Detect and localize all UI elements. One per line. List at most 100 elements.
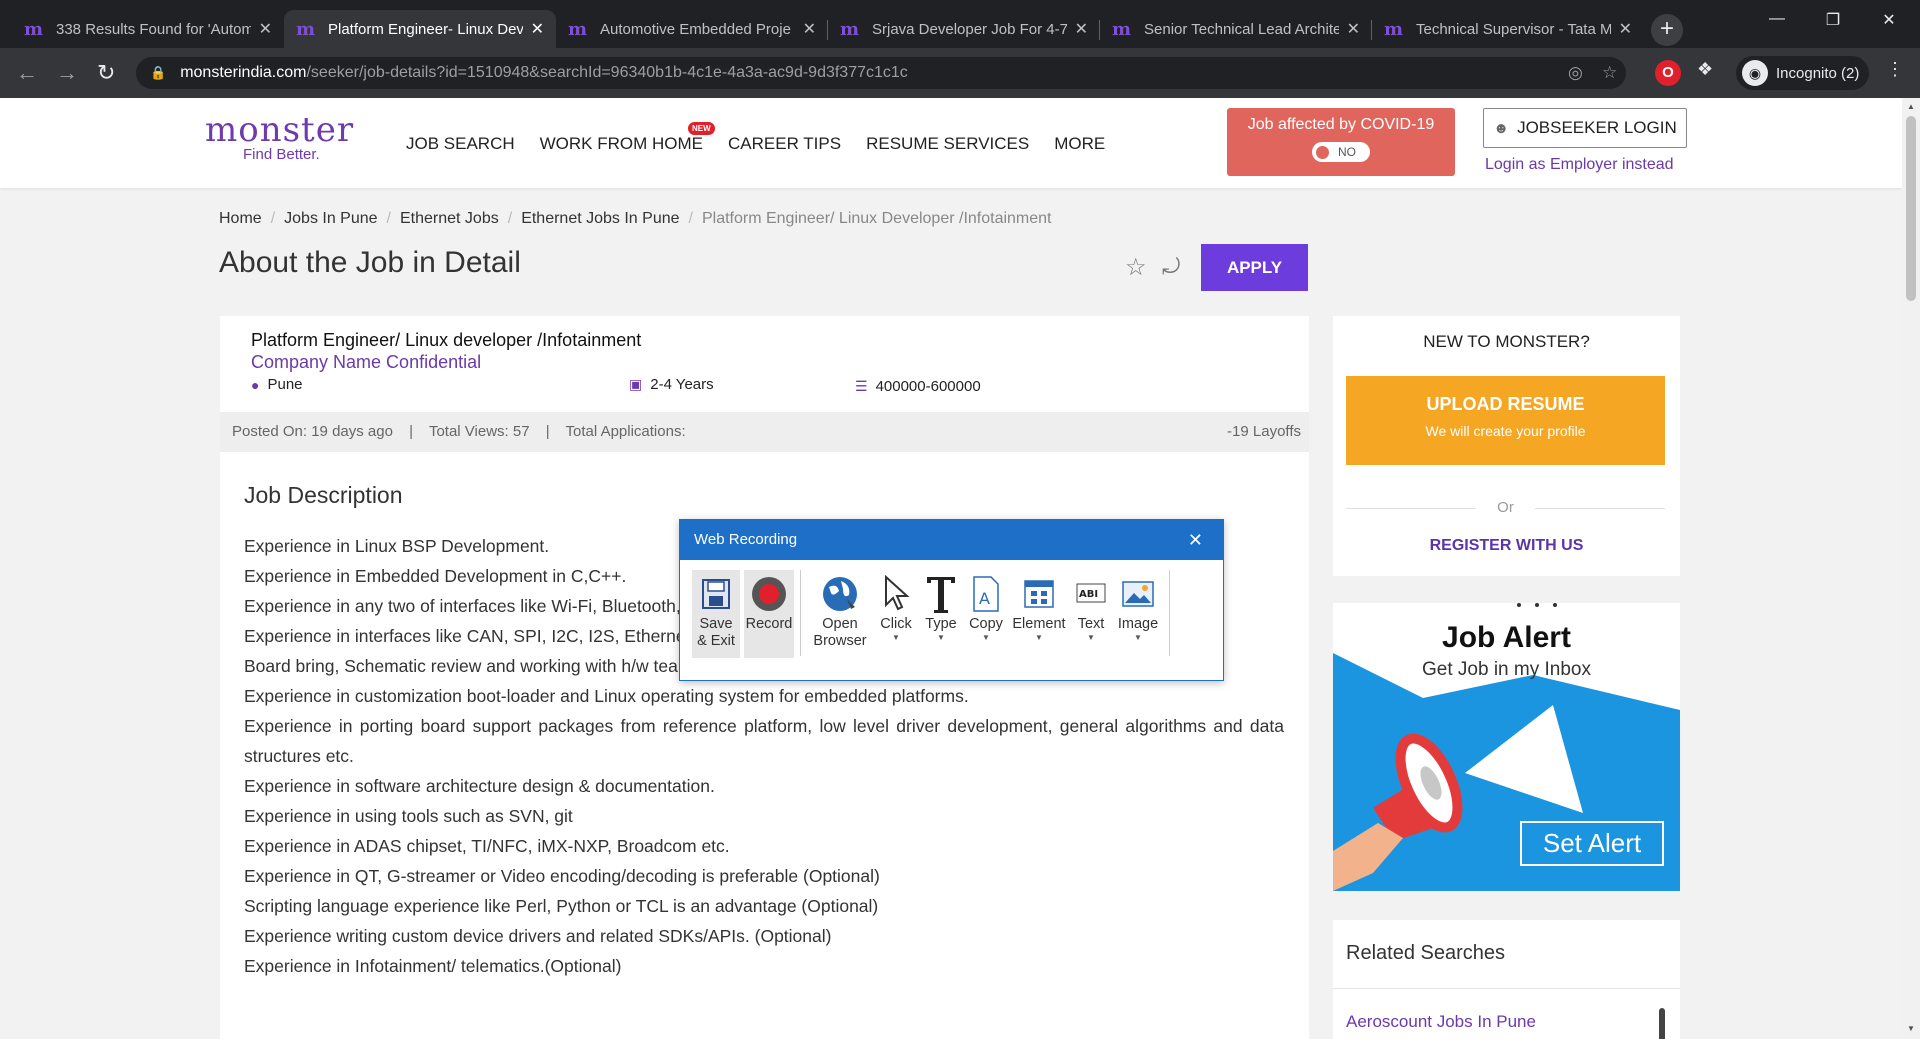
image-tool-button[interactable]: Image ▼ (1113, 570, 1163, 658)
upload-resume-button[interactable]: UPLOAD RESUME We will create your profil… (1346, 376, 1665, 465)
monster-logo[interactable]: monster Find Better. (205, 112, 354, 163)
close-tab-icon[interactable]: ✕ (1619, 19, 1632, 39)
description-line: Experience in Infotainment/ telematics.(… (244, 956, 622, 976)
minimize-icon[interactable]: — (1754, 10, 1800, 28)
save-job-star-icon[interactable]: ☆ (1125, 253, 1147, 282)
record-button[interactable]: Record (744, 570, 794, 658)
page-scrollbar[interactable]: ▲ ▼ (1902, 98, 1920, 1039)
close-tab-icon[interactable]: ✕ (531, 19, 544, 39)
new-to-monster-card: NEW TO MONSTER? UPLOAD RESUME We will cr… (1333, 316, 1680, 576)
close-tab-icon[interactable]: ✕ (1347, 19, 1360, 39)
address-bar[interactable]: 🔒 monsterindia.com /seeker/job-details?i… (136, 57, 1626, 89)
forward-arrow-icon[interactable]: → (56, 60, 78, 86)
breadcrumb-ethernet-jobs[interactable]: Ethernet Jobs (400, 210, 499, 228)
stats-separator: | (545, 423, 550, 440)
copy-icon: A (971, 572, 1001, 616)
type-icon (925, 572, 957, 616)
covid-affected-toggle[interactable]: Job affected by COVID-19 NO (1227, 108, 1455, 176)
job-alert-banner: Job Alert Get Job in my Inbox Set Alert (1333, 603, 1680, 891)
browser-tab[interactable]: m Srjava Developer Job For 4-7 ✕ (828, 10, 1100, 48)
tracking-blocked-icon[interactable]: ◎ (1568, 63, 1583, 83)
reload-icon[interactable]: ↻ (97, 60, 115, 86)
scroll-up-arrow-icon[interactable]: ▲ (1907, 102, 1915, 111)
nav-work-from-home[interactable]: WORK FROM HOME (540, 134, 703, 154)
breadcrumb-separator: / (507, 210, 513, 227)
monster-favicon-icon: m (568, 18, 588, 40)
close-tab-icon[interactable]: ✕ (803, 19, 816, 39)
switch-knob (1316, 145, 1329, 159)
dropdown-caret-icon[interactable]: ▼ (937, 633, 945, 643)
back-arrow-icon[interactable]: ← (16, 60, 38, 86)
save-exit-label: Save & Exit (697, 616, 735, 649)
page-title: About the Job in Detail (219, 246, 521, 279)
tab-title: Automotive Embedded Proje (600, 20, 791, 38)
breadcrumb-jobs-in-pune[interactable]: Jobs In Pune (284, 210, 377, 228)
browser-tab[interactable]: m Automotive Embedded Proje ✕ (556, 10, 828, 48)
related-searches-card: Related Searches Aeroscount Jobs In Pune (1333, 920, 1680, 1039)
nav-job-search[interactable]: JOB SEARCH (406, 134, 515, 154)
covid-switch[interactable]: NO (1312, 142, 1370, 162)
text-tool-button[interactable]: ABI Text ▼ (1069, 570, 1113, 658)
element-tool-button[interactable]: Element ▼ (1009, 570, 1069, 658)
share-icon[interactable]: ⤾ (1162, 254, 1180, 280)
recorder-titlebar[interactable]: Web Recording ✕ (680, 520, 1223, 560)
apply-button[interactable]: APPLY (1201, 244, 1308, 291)
employer-login-link[interactable]: Login as Employer instead (1485, 156, 1674, 174)
monster-favicon-icon: m (1112, 18, 1132, 40)
related-search-link[interactable]: Aeroscount Jobs In Pune (1346, 1012, 1536, 1032)
click-tool-button[interactable]: Click ▼ (873, 570, 919, 658)
upload-resume-subtext: We will create your profile (1425, 423, 1586, 439)
save-exit-button[interactable]: Save & Exit (692, 570, 740, 658)
nav-resume-services[interactable]: RESUME SERVICES (866, 134, 1029, 154)
related-scrollbar-thumb[interactable] (1659, 1008, 1665, 1039)
browser-tab-strip: m 338 Results Found for 'Automotive ✕ m … (0, 0, 1920, 48)
restore-icon[interactable]: ❐ (1810, 10, 1856, 30)
browser-tab[interactable]: m Senior Technical Lead Archite ✕ (1100, 10, 1372, 48)
monster-favicon-icon: m (1384, 18, 1404, 40)
close-tab-icon[interactable]: ✕ (1075, 19, 1088, 39)
incognito-profile-button[interactable]: ◉ Incognito (2) (1736, 56, 1870, 90)
description-line: Experience in software architecture desi… (244, 776, 715, 796)
nav-more[interactable]: MORE (1054, 134, 1105, 154)
type-tool-button[interactable]: Type ▼ (919, 570, 963, 658)
url-host: monsterindia.com (180, 64, 307, 81)
dropdown-caret-icon[interactable]: ▼ (1087, 633, 1095, 643)
close-tab-icon[interactable]: ✕ (259, 19, 272, 39)
description-line: Experience in ADAS chipset, TI/NFC, iMX-… (244, 836, 730, 856)
new-tab-button[interactable]: + (1651, 14, 1683, 46)
jobseeker-login-button[interactable]: ☻ JOBSEEKER LOGIN (1483, 108, 1687, 148)
opera-extension-icon[interactable]: O (1655, 60, 1681, 86)
dropdown-caret-icon[interactable]: ▼ (982, 633, 990, 643)
nav-career-tips[interactable]: CAREER TIPS (728, 134, 841, 154)
covid-label: Job affected by COVID-19 (1247, 116, 1435, 133)
scroll-down-arrow-icon[interactable]: ▼ (1907, 1024, 1915, 1033)
toolbar-separator (1169, 570, 1170, 656)
url-path: /seeker/job-details?id=1510948&searchId=… (306, 64, 908, 81)
switch-label: NO (1338, 145, 1356, 159)
dropdown-caret-icon[interactable]: ▼ (892, 633, 900, 643)
window-close-icon[interactable]: ✕ (1866, 10, 1912, 30)
extensions-puzzle-icon[interactable]: ❖ (1697, 59, 1713, 80)
browser-tab[interactable]: m 338 Results Found for 'Automotive ✕ (12, 10, 284, 48)
browser-menu-icon[interactable]: ⋮ (1886, 59, 1904, 80)
breadcrumb-separator: / (270, 210, 276, 227)
dropdown-caret-icon[interactable]: ▼ (1035, 633, 1043, 643)
register-link[interactable]: REGISTER WITH US (1333, 537, 1680, 555)
recorder-close-icon[interactable]: ✕ (1188, 520, 1203, 560)
copy-tool-button[interactable]: A Copy ▼ (963, 570, 1009, 658)
text-label: Text (1077, 616, 1105, 632)
type-label: Type (925, 616, 957, 632)
scrollbar-thumb[interactable] (1906, 116, 1916, 301)
description-line: Experience in porting board support pack… (244, 716, 1284, 766)
breadcrumb-ethernet-jobs-pune[interactable]: Ethernet Jobs In Pune (521, 210, 679, 228)
set-alert-button[interactable]: Set Alert (1520, 821, 1664, 866)
dropdown-caret-icon[interactable]: ▼ (1134, 633, 1142, 643)
job-description-heading: Job Description (244, 482, 403, 508)
tab-title: Platform Engineer- Linux Dev (328, 20, 523, 38)
browser-tab[interactable]: m Technical Supervisor - Tata M ✕ (1372, 10, 1644, 48)
open-browser-button[interactable]: Open Browser (807, 570, 873, 658)
breadcrumb-home[interactable]: Home (219, 210, 262, 228)
browser-tab-active[interactable]: m Platform Engineer- Linux Dev ✕ (284, 10, 556, 48)
job-experience: ▣ 2-4 Years (629, 376, 714, 393)
bookmark-star-icon[interactable]: ☆ (1602, 63, 1617, 83)
